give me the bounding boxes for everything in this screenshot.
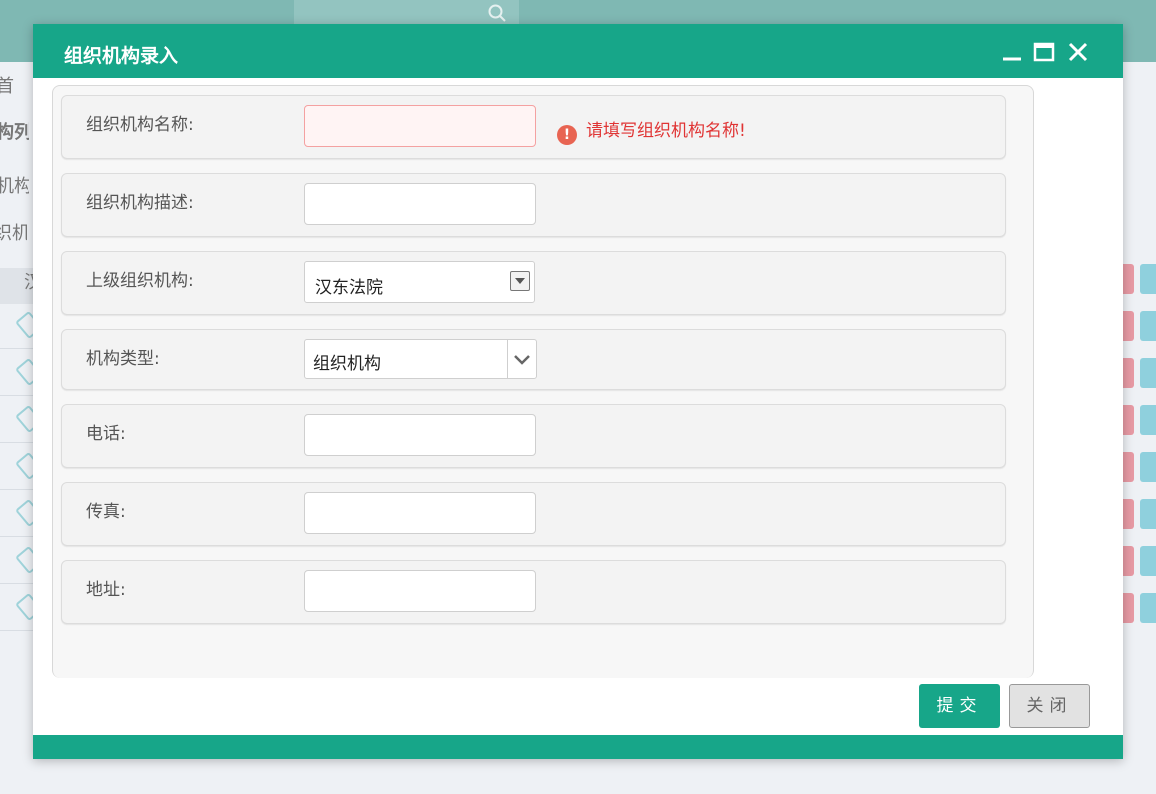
dialog-title: 组织机构录入 [64, 45, 179, 67]
org-type-select[interactable]: 组织机构 [304, 339, 537, 379]
nav-home-label[interactable]: 首 [0, 72, 29, 98]
error-icon: ! [557, 125, 577, 145]
org-name-input[interactable] [304, 105, 536, 147]
name-label: 组织机构名称: [86, 115, 194, 135]
form-row-address: 地址: [61, 560, 1006, 624]
tree-row[interactable] [0, 302, 43, 349]
minimize-icon[interactable] [1000, 40, 1024, 64]
form-row-fax: 传真: [61, 482, 1006, 546]
parent-org-value: 汉东法院 [315, 278, 383, 298]
nav-item-label[interactable]: 机构 [0, 172, 29, 198]
dropdown-arrow-icon[interactable] [510, 271, 530, 291]
name-error-message: ! 请填写组织机构名称! [557, 116, 746, 145]
submit-button[interactable]: 提交 [919, 684, 1000, 728]
user-button[interactable] [1140, 264, 1156, 294]
org-description-input[interactable] [304, 183, 536, 225]
dialog-titlebar[interactable]: 组织机构录入 [33, 24, 1123, 78]
tree-row[interactable] [0, 396, 43, 443]
nav-item-label[interactable]: 织机构 [0, 219, 27, 245]
tree-row[interactable] [0, 584, 43, 631]
fax-label: 传真: [86, 502, 126, 522]
tree-row[interactable] [0, 490, 43, 537]
maximize-icon[interactable] [1032, 40, 1056, 64]
user-button[interactable] [1140, 499, 1156, 529]
org-type-value: 组织机构 [313, 354, 381, 374]
nav-list-label: 构列 [0, 122, 29, 143]
parent-org-combobox[interactable]: 汉东法院 [304, 261, 535, 303]
form-row-name: 组织机构名称: ! 请填写组织机构名称! [61, 95, 1006, 159]
user-button[interactable] [1140, 593, 1156, 623]
dialog-footer-bar [33, 735, 1123, 759]
fax-input[interactable] [304, 492, 536, 534]
tree-row[interactable] [0, 443, 43, 490]
phone-label: 电话: [86, 424, 126, 444]
close-button[interactable]: 关闭 [1009, 684, 1090, 728]
parent-label: 上级组织机构: [86, 271, 194, 291]
form-row-description: 组织机构描述: [61, 173, 1006, 237]
search-icon[interactable] [488, 4, 506, 22]
address-label: 地址: [86, 580, 126, 600]
user-button[interactable] [1140, 546, 1156, 576]
tree-root-label[interactable]: 汉 [0, 268, 33, 304]
form-row-phone: 电话: [61, 404, 1006, 468]
tree-row[interactable] [0, 349, 43, 396]
user-button[interactable] [1140, 311, 1156, 341]
tree-row[interactable] [0, 537, 43, 584]
description-label: 组织机构描述: [86, 193, 194, 213]
org-entry-dialog: 组织机构录入 组织机构名称: ! 请填写组织机构名称! 组织机构描述: 上级组织机… [33, 24, 1123, 759]
phone-input[interactable] [304, 414, 536, 456]
form-row-parent: 上级组织机构: 汉东法院 [61, 251, 1006, 315]
address-input[interactable] [304, 570, 536, 612]
close-icon[interactable] [1066, 40, 1090, 64]
user-button[interactable] [1140, 452, 1156, 482]
form-panel: 组织机构名称: ! 请填写组织机构名称! 组织机构描述: 上级组织机构: 汉东法院… [52, 85, 1034, 678]
chevron-down-icon[interactable] [507, 340, 536, 378]
type-label: 机构类型: [86, 349, 160, 369]
form-row-type: 机构类型: 组织机构 [61, 329, 1006, 390]
user-button[interactable] [1140, 405, 1156, 435]
user-button[interactable] [1140, 358, 1156, 388]
name-error-text: 请填写组织机构名称! [586, 121, 746, 141]
